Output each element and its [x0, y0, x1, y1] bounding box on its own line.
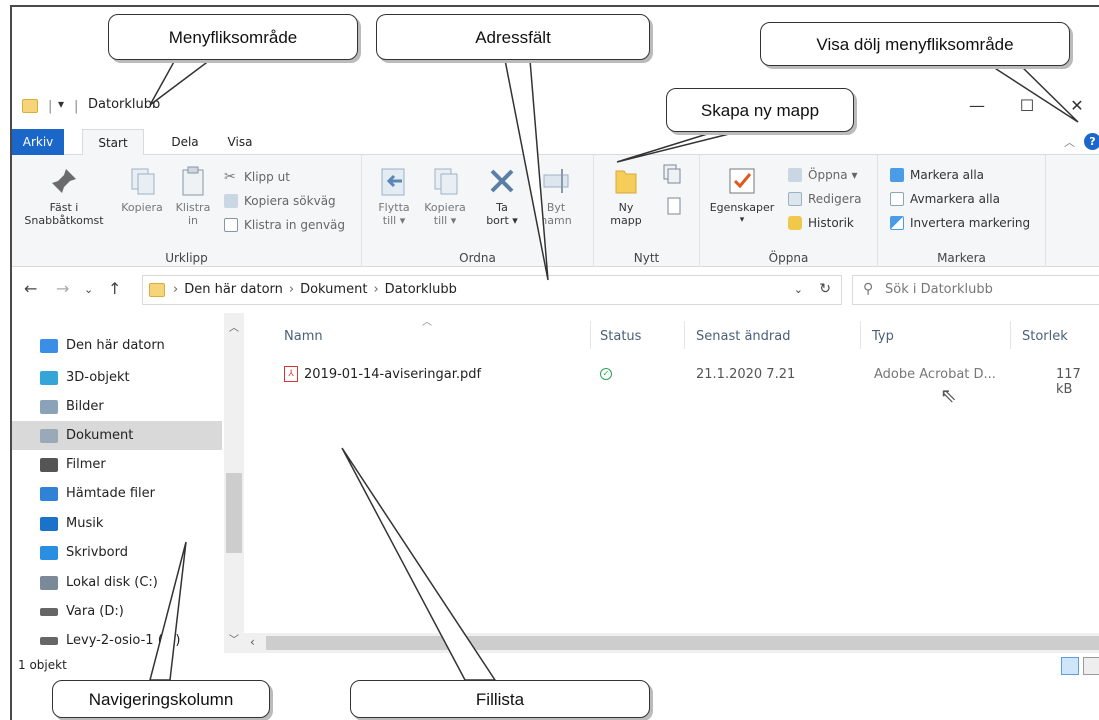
callout-address-field: Adressfält [376, 14, 650, 60]
callout-pointers [149, 59, 1079, 681]
callout-ribbon-area: Menyfliksområde [108, 14, 358, 60]
callout-toggle-ribbon: Visa dölj menyfliksområde [760, 22, 1070, 66]
callout-new-folder: Skapa ny mapp [666, 88, 854, 132]
callout-file-list: Fillista [350, 680, 650, 718]
callout-navigation-column: Navigeringskolumn [52, 680, 270, 718]
